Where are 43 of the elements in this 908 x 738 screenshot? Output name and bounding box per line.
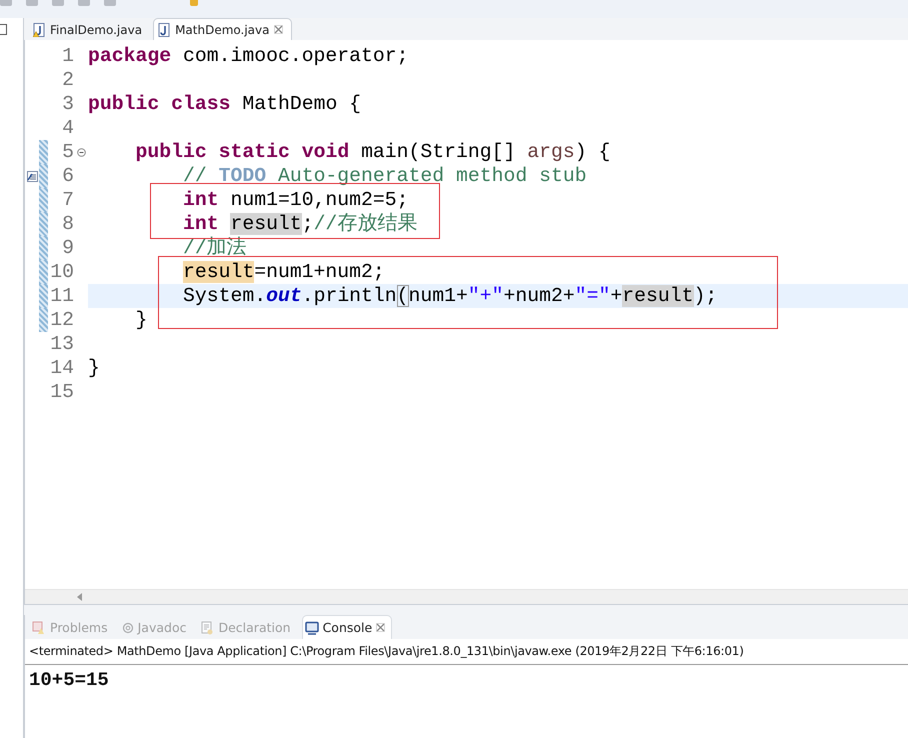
line-number: 2	[61, 68, 74, 92]
code-line: //加法	[182, 237, 247, 259]
collapse-icon[interactable]	[76, 148, 86, 156]
code-line: }	[88, 357, 100, 379]
restore-icon[interactable]	[0, 24, 7, 35]
line-number: 15	[49, 380, 74, 404]
editor-tab[interactable]: FinalDemo.java	[28, 18, 152, 40]
java-file-warning-icon	[33, 22, 45, 36]
line-number: 6	[61, 164, 74, 188]
editor-tab[interactable]: MathDemo.java	[153, 18, 292, 40]
line-number: 13	[49, 332, 74, 356]
line-number: 9	[61, 236, 74, 260]
line-number: 11	[49, 284, 74, 308]
close-icon[interactable]	[274, 25, 284, 34]
code-line: result=num1+num2;	[182, 261, 385, 283]
line-number: 1	[61, 44, 74, 68]
line-number: 4	[61, 116, 74, 140]
code-line: package com.imooc.operator;	[88, 45, 409, 67]
line-number: 14	[49, 356, 74, 380]
line-number: 5	[61, 140, 74, 164]
code-line: public static void main(String[] args) {	[134, 141, 610, 163]
line-number: 8	[61, 212, 74, 236]
java-file-icon	[158, 22, 170, 36]
view-tab[interactable]: Console	[302, 615, 392, 639]
line-number: 7	[61, 188, 74, 212]
at-icon	[122, 622, 134, 634]
task-icon	[26, 170, 38, 182]
line-number: 3	[61, 92, 74, 116]
document-icon	[200, 620, 214, 634]
line-number: 10	[49, 260, 74, 284]
console-icon	[304, 620, 319, 634]
code-line: System.out.println(num1+"+"+num2+"="+result);	[182, 285, 718, 307]
code-line: public class MathDemo {	[88, 93, 362, 115]
console-header: <terminated> MathDemo [Java Application] C:\Program Files\Java\jre1.8.0_131\bin\javaw.exe (2019年2月22日 下午6:16:01)	[25, 639, 908, 665]
code-line: int result;//存放结果	[182, 213, 418, 235]
close-icon[interactable]	[376, 623, 386, 632]
scroll-left-icon[interactable]	[77, 593, 83, 601]
line-number: 12	[49, 308, 74, 332]
console-output: 10+5=15	[28, 668, 110, 693]
problems-icon	[32, 620, 46, 634]
code-line: // TODO Auto-generated method stub	[182, 165, 587, 187]
code-line: }	[134, 309, 148, 331]
code-line: int num1=10,num2=5;	[182, 189, 409, 211]
